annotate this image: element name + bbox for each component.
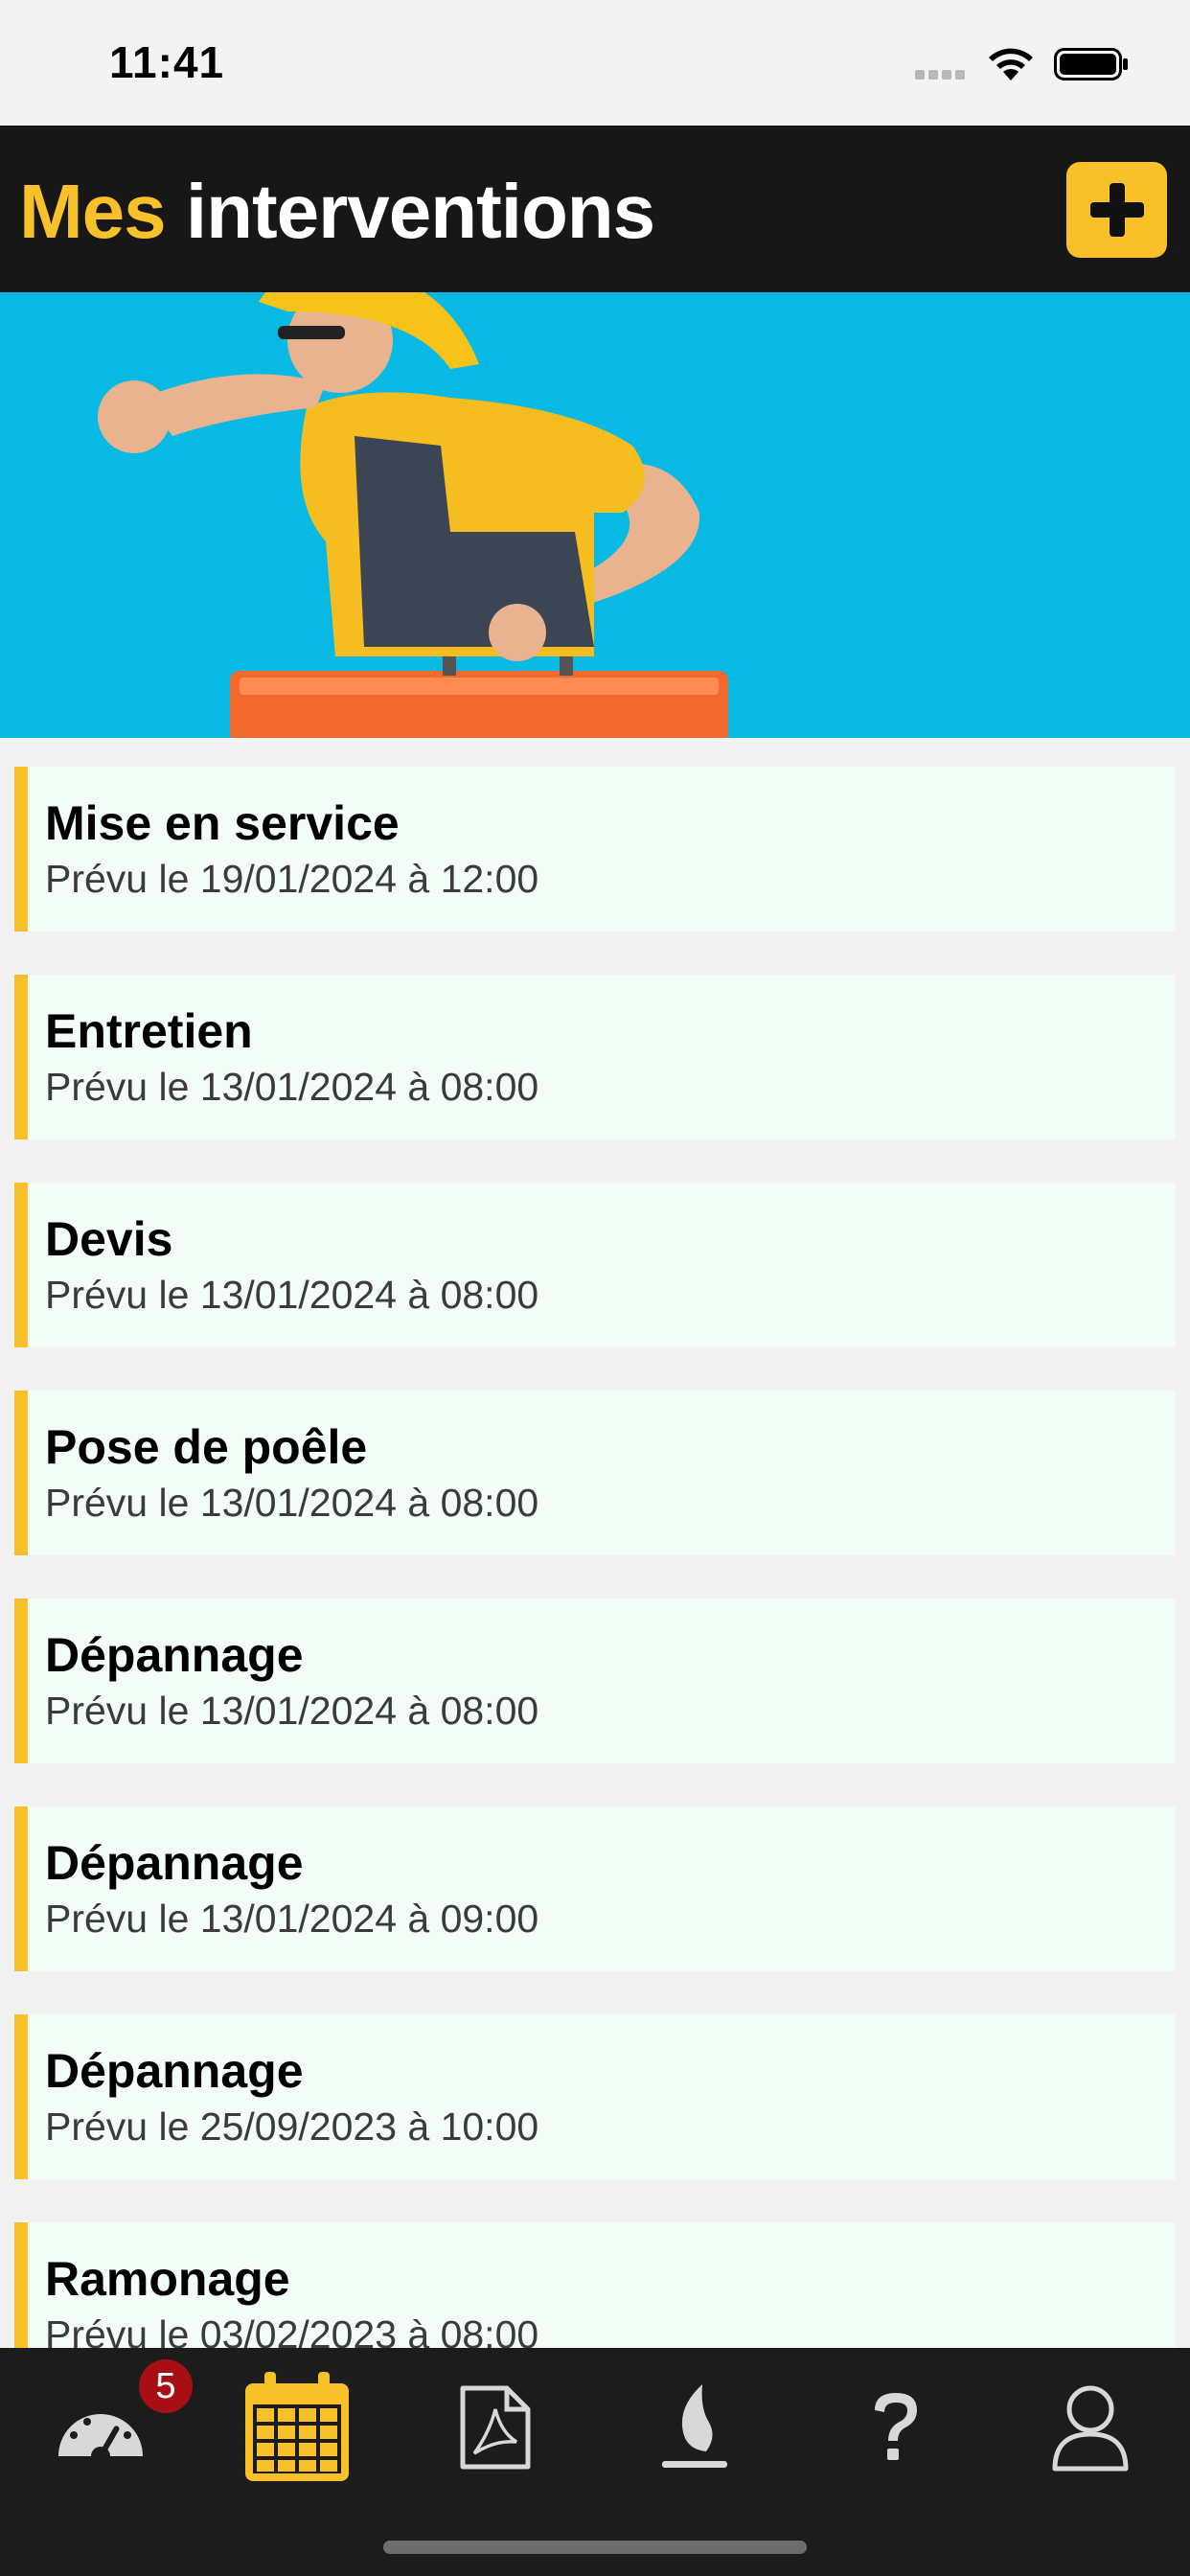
interventions-list: Mise en service Prévu le 19/01/2024 à 12… <box>14 767 1176 2348</box>
flame-icon <box>662 2383 727 2468</box>
list-item[interactable]: Entretien Prévu le 13/01/2024 à 08:00 <box>14 975 1176 1139</box>
intervention-date: Prévu le 13/01/2024 à 09:00 <box>45 1897 539 1941</box>
tab-help[interactable] <box>829 2348 963 2506</box>
tab-dashboard[interactable]: 5 <box>34 2348 193 2506</box>
page-title-accent: Mes <box>19 169 167 254</box>
list-item[interactable]: Dépannage Prévu le 13/01/2024 à 08:00 <box>14 1598 1176 1763</box>
list-item[interactable]: Mise en service Prévu le 19/01/2024 à 12… <box>14 767 1176 932</box>
wifi-icon <box>989 48 1033 80</box>
calendar-icon <box>245 2371 349 2481</box>
app-header: Mes interventions <box>0 126 1190 292</box>
intervention-title: Devis <box>45 1212 173 1266</box>
page-title-rest: interventions <box>185 169 655 254</box>
banner-image <box>0 292 1190 738</box>
plus-icon <box>1089 183 1144 237</box>
home-indicator[interactable] <box>383 2541 807 2554</box>
help-icon <box>875 2392 917 2460</box>
status-bar: 11:41 <box>0 0 1190 126</box>
tab-flame[interactable] <box>628 2348 762 2506</box>
cellular-signal-icon <box>915 67 971 80</box>
tab-documents[interactable] <box>428 2348 562 2506</box>
intervention-title: Mise en service <box>45 796 400 850</box>
intervention-date: Prévu le 13/01/2024 à 08:00 <box>45 1273 539 1317</box>
intervention-date: Prévu le 13/01/2024 à 08:00 <box>45 1481 539 1525</box>
tab-calendar[interactable] <box>230 2348 364 2506</box>
notification-badge: 5 <box>139 2359 193 2413</box>
list-item[interactable]: Dépannage Prévu le 13/01/2024 à 09:00 <box>14 1806 1176 1971</box>
status-time: 11:41 <box>109 37 225 87</box>
worker-with-toolbox-illustration <box>98 292 728 738</box>
list-item[interactable]: Dépannage Prévu le 25/09/2023 à 10:00 <box>14 2014 1176 2179</box>
tab-profile[interactable] <box>1023 2348 1157 2506</box>
page-title: Mes interventions <box>19 168 655 256</box>
list-item[interactable]: Ramonage Prévu le 03/02/2023 à 08:00 <box>14 2222 1176 2348</box>
intervention-title: Pose de poêle <box>45 1420 368 1474</box>
intervention-date: Prévu le 19/01/2024 à 12:00 <box>45 857 539 901</box>
add-intervention-button[interactable] <box>1066 162 1167 258</box>
intervention-date: Prévu le 13/01/2024 à 08:00 <box>45 1065 539 1109</box>
intervention-title: Ramonage <box>45 2252 290 2306</box>
list-item[interactable]: Devis Prévu le 13/01/2024 à 08:00 <box>14 1183 1176 1347</box>
intervention-date: Prévu le 03/02/2023 à 08:00 <box>45 2312 539 2348</box>
list-item[interactable]: Pose de poêle Prévu le 13/01/2024 à 08:0… <box>14 1391 1176 1555</box>
intervention-title: Dépannage <box>45 1836 304 1890</box>
battery-icon <box>1054 48 1128 80</box>
intervention-date: Prévu le 25/09/2023 à 10:00 <box>45 2104 539 2149</box>
intervention-title: Entretien <box>45 1004 253 1058</box>
dashboard-icon <box>58 2413 143 2466</box>
intervention-title: Dépannage <box>45 2044 304 2098</box>
intervention-date: Prévu le 13/01/2024 à 08:00 <box>45 1689 539 1733</box>
pdf-icon <box>460 2385 531 2469</box>
intervention-title: Dépannage <box>45 1628 304 1682</box>
profile-icon <box>1052 2385 1129 2471</box>
tab-bar: 5 <box>0 2348 1190 2576</box>
